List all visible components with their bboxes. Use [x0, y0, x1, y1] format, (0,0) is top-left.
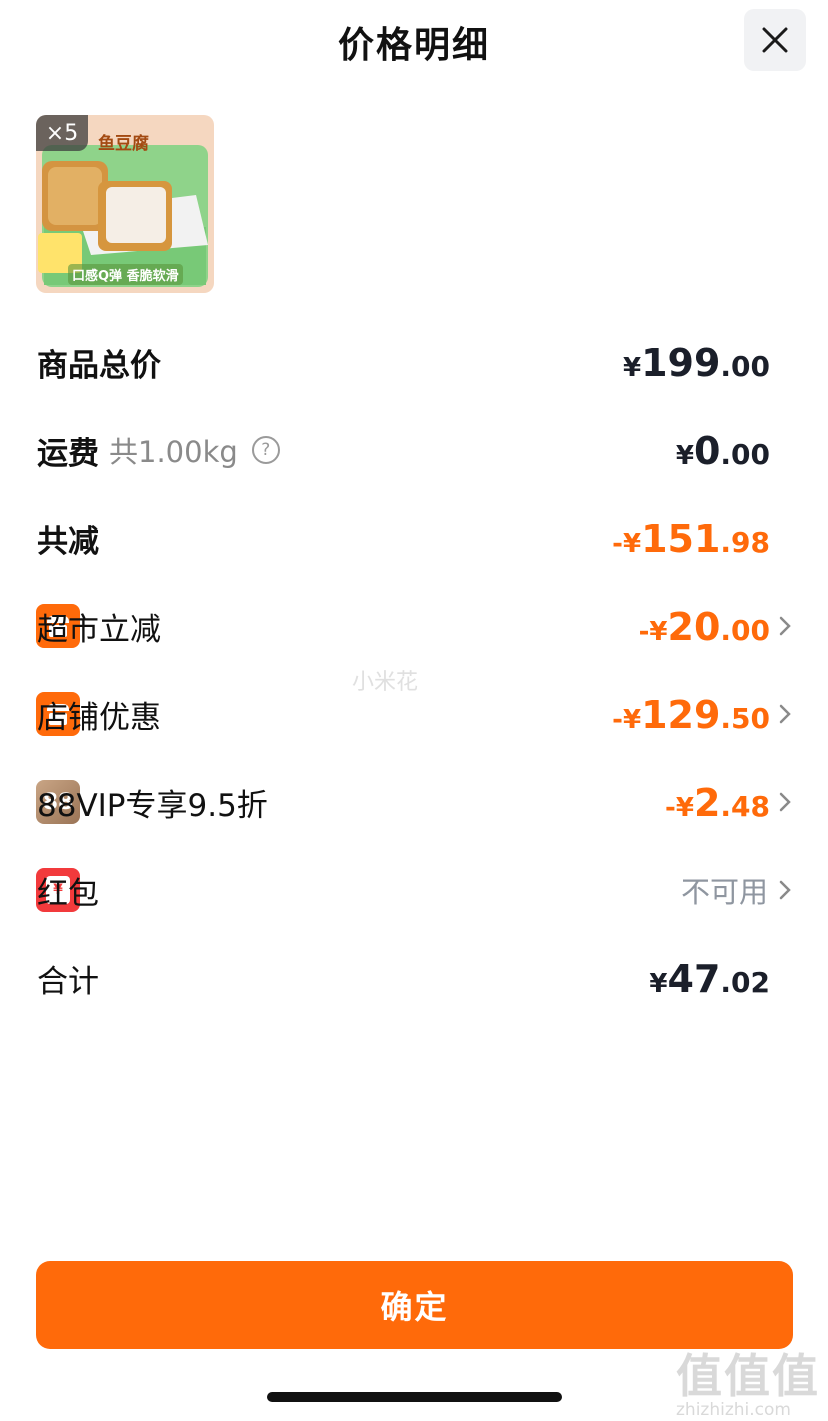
supermarket-discount-amount: -¥ 20.00 [639, 591, 770, 661]
chevron-right-icon [779, 792, 791, 812]
vip-discount-row[interactable]: 88 88VIP专享9.5折 -¥ 2.48 [0, 767, 828, 837]
goods-total-amount: ¥199.00 [623, 327, 770, 397]
total-discount-amount: -¥ 151.98 [612, 503, 770, 573]
product-thumbnail[interactable]: ×5 鱼豆腐 口感Q弹 香脆软滑 [36, 115, 214, 293]
amount-decimal: .50 [720, 702, 770, 735]
vip-discount-amount: -¥ 2.48 [665, 767, 770, 837]
currency-symbol: -¥ [612, 705, 642, 735]
supermarket-discount-label: 超市立减 [37, 611, 161, 648]
currency-symbol: -¥ [638, 617, 668, 647]
red-packet-row[interactable]: ¥ 红包 不可用 [0, 855, 828, 925]
product-image-title: 鱼豆腐 [98, 134, 149, 154]
shipping-weight: 共1.00kg [109, 435, 238, 469]
page-title: 价格明细 [337, 25, 490, 66]
vip-discount-label: 88VIP专享9.5折 [37, 787, 268, 824]
watermark-text: 小米花 [352, 670, 419, 695]
goods-total-label: 商品总价 [37, 347, 161, 384]
amount-decimal: .00 [720, 614, 770, 647]
confirm-button[interactable]: 确定 [36, 1261, 793, 1349]
store-offer-amount: -¥ 129.50 [612, 679, 770, 749]
store-offer-label: 店铺优惠 [37, 699, 161, 736]
product-image-slogan: 口感Q弹 香脆软滑 [68, 264, 183, 285]
close-icon [762, 27, 788, 53]
shipping-label-group: 运费 共1.00kg ? [37, 415, 280, 485]
shipping-amount: ¥0.00 [676, 415, 770, 485]
amount-decimal: .48 [720, 790, 770, 823]
amount-integer: 199 [641, 341, 721, 385]
currency-symbol: ¥ [622, 353, 642, 383]
total-amount: ¥47.02 [649, 943, 770, 1013]
total-discount-label: 共减 [37, 523, 99, 560]
total-row: 合计 ¥47.02 [0, 943, 828, 1013]
supermarket-discount-row[interactable]: 超市立减 -¥ 20.00 [0, 591, 828, 661]
amount-integer: 2 [693, 781, 721, 825]
header: 价格明细 [0, 0, 828, 88]
chevron-right-icon [779, 704, 791, 724]
amount-integer: 47 [667, 957, 721, 1001]
amount-decimal: .00 [720, 438, 770, 471]
chevron-right-icon [779, 616, 791, 636]
goods-total-row: 商品总价 ¥199.00 [0, 327, 828, 397]
amount-integer: 151 [641, 517, 721, 561]
quantity-badge: ×5 [36, 115, 88, 151]
red-packet-label: 红包 [37, 875, 99, 912]
currency-symbol: ¥ [649, 969, 668, 999]
amount-integer: 0 [693, 429, 721, 473]
help-circle-icon[interactable]: ? [251, 436, 280, 464]
close-button[interactable] [744, 9, 806, 71]
amount-decimal: .98 [720, 526, 770, 559]
currency-symbol: ¥ [675, 441, 694, 471]
red-packet-status: 不可用 [680, 875, 768, 909]
shipping-label: 运费 [37, 435, 99, 472]
amount-integer: 20 [667, 605, 721, 649]
currency-symbol: -¥ [665, 793, 694, 823]
site-logo: 值值值 zhizhizhi.com [676, 1340, 820, 1420]
amount-integer: 129 [641, 693, 721, 737]
home-indicator [267, 1392, 562, 1402]
shipping-row: 运费 共1.00kg ? ¥0.00 [0, 415, 828, 485]
total-label: 合计 [37, 963, 99, 1000]
chevron-right-icon [779, 880, 791, 900]
amount-decimal: .02 [720, 966, 770, 999]
site-logo-mark: 值值值 [676, 1349, 820, 1403]
amount-decimal: .00 [720, 350, 770, 383]
total-discount-row: 共减 -¥ 151.98 [0, 503, 828, 573]
currency-symbol: -¥ [612, 529, 642, 559]
